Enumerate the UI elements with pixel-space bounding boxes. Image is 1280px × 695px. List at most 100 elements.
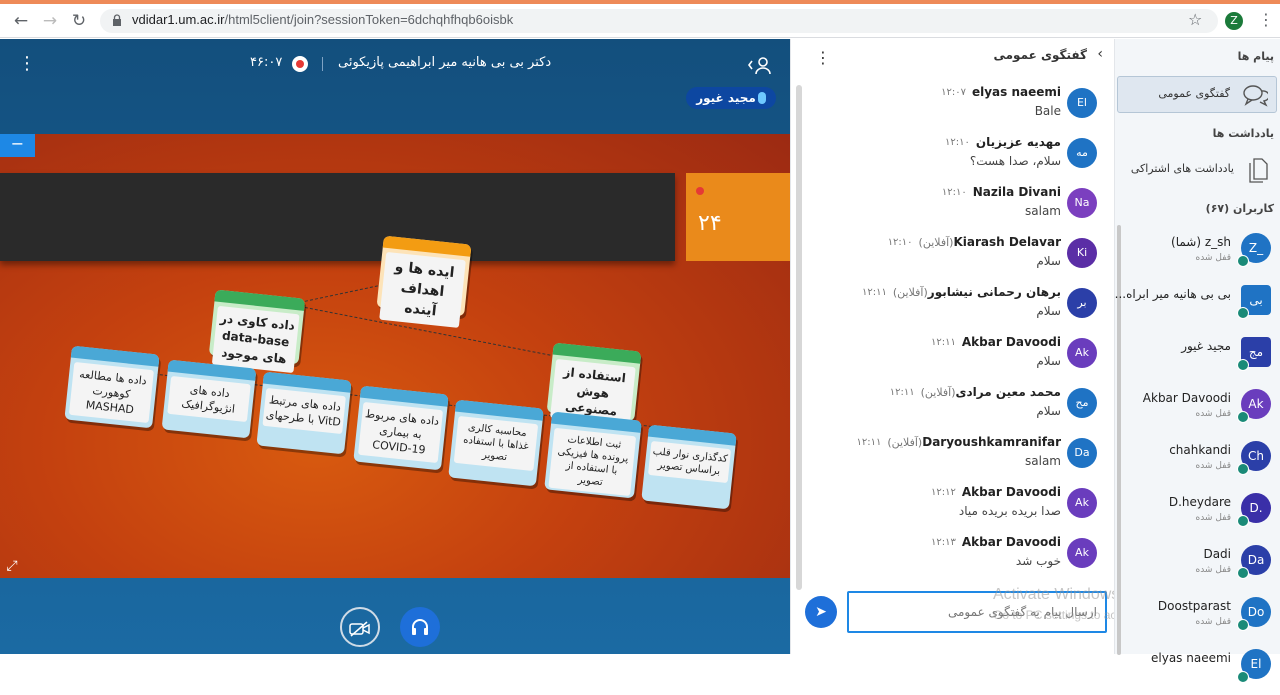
user-avatar[interactable]: Na bbox=[1067, 188, 1097, 218]
node-calorie: محاسبه کالری غذاها با استفاده تصویر bbox=[448, 399, 544, 487]
chat-options-icon[interactable]: ⋮ bbox=[815, 48, 831, 67]
address-bar[interactable]: vdidar1.um.ac.ir/html5client/join?sessio… bbox=[100, 9, 1218, 33]
user-avatar[interactable]: Ak bbox=[1067, 338, 1097, 368]
node-ai: استفاده از هوش مصنوعی bbox=[546, 342, 642, 426]
sender-status: (آفلاین) bbox=[918, 236, 954, 249]
user-name: chahkandi bbox=[1169, 443, 1231, 457]
message-sender: Kiarash Delavar(آفلاین) bbox=[918, 235, 1061, 249]
send-message-button[interactable]: ➤ bbox=[805, 596, 837, 628]
user-status-icon bbox=[1237, 619, 1249, 631]
user-list-item[interactable]: Ak Akbar Davoodi قفل شده bbox=[1115, 385, 1280, 435]
presentation-options-icon[interactable]: ⋮ bbox=[18, 55, 36, 73]
message-text: Bale bbox=[1034, 104, 1061, 118]
connector-line bbox=[289, 283, 388, 305]
browser-menu-icon[interactable]: ⋮ bbox=[1258, 12, 1274, 28]
user-avatar[interactable]: مح bbox=[1067, 388, 1097, 418]
chat-message: El elyas naeemi ۱۲:۰۷ Bale bbox=[791, 84, 1109, 134]
user-avatar[interactable]: Ak bbox=[1067, 488, 1097, 518]
chat-panel: ⋮ گفتگوی عمومی ‹ El elyas naeemi ۱۲:۰۷ Bale… bbox=[790, 39, 1200, 654]
message-text: صدا بریده بریده میاد bbox=[958, 504, 1061, 518]
message-sender: Akbar Davoodi bbox=[961, 535, 1061, 549]
sender-status: (آفلاین) bbox=[892, 286, 928, 299]
slide-number: ۲۴ bbox=[698, 211, 722, 236]
node-text: داده های انژیوگرافیک bbox=[167, 375, 251, 423]
node-text: داده ها مطالعه کوهورت MASHAD bbox=[68, 361, 154, 424]
public-chat-item[interactable]: گفتگوی عمومی bbox=[1117, 76, 1277, 113]
message-text: سلام bbox=[1036, 254, 1061, 268]
minimize-presentation-button[interactable]: − bbox=[0, 134, 35, 157]
join-audio-button[interactable] bbox=[400, 607, 440, 647]
node-text: محاسبه کالری غذاها با استفاده تصویر bbox=[453, 415, 539, 472]
user-list-item[interactable]: Ch chahkandi قفل شده bbox=[1115, 437, 1280, 487]
user-list-panel: پیام ها گفتگوی عمومی یادداشت ها یادداشت … bbox=[1114, 39, 1280, 683]
node-text: داده کاوی در data-base های موجود bbox=[211, 305, 300, 374]
user-avatar[interactable]: بر bbox=[1067, 288, 1097, 318]
public-chat-label: گفتگوی عمومی bbox=[1158, 87, 1230, 100]
share-webcam-button[interactable] bbox=[340, 607, 380, 647]
chat-bubbles-icon bbox=[1243, 85, 1268, 107]
message-text: salam bbox=[1025, 204, 1061, 218]
user-list-item[interactable]: Z_ z_sh (شما) قفل شده bbox=[1115, 229, 1280, 279]
user-list-item[interactable]: El elyas naeemi bbox=[1115, 645, 1280, 695]
chat-message: Ak Akbar Davoodi ۱۲:۱۳ خوب شد bbox=[791, 534, 1109, 584]
node-ecg: کدگذاری نوار قلب براساس تصویر bbox=[641, 424, 737, 510]
bookmark-star-icon[interactable]: ☆ bbox=[1188, 10, 1202, 29]
back-icon[interactable]: ← bbox=[10, 10, 32, 32]
user-status-icon bbox=[1237, 411, 1249, 423]
talking-indicator: مجید غیور bbox=[686, 87, 776, 109]
message-time: ۱۲:۱۱ bbox=[931, 337, 956, 348]
user-avatar[interactable]: Da bbox=[1067, 438, 1097, 468]
message-time: ۱۲:۱۱ bbox=[862, 287, 887, 298]
message-text: خوب شد bbox=[1015, 554, 1061, 568]
meeting-title: دکتر بی بی هانیه میر ابراهیمی پازیکوئی bbox=[338, 55, 552, 70]
node-angiographic: داده های انژیوگرافیک bbox=[161, 359, 257, 439]
slide-number-box: ۲۴ bbox=[686, 173, 790, 261]
user-status-icon bbox=[1237, 359, 1249, 371]
forward-icon[interactable]: → bbox=[39, 10, 61, 32]
user-name: Dadi bbox=[1203, 547, 1231, 561]
chat-message: Ki Kiarash Delavar(آفلاین) ۱۲:۱۰ سلام bbox=[791, 234, 1109, 284]
user-status-icon bbox=[1237, 255, 1249, 267]
message-text: سلام bbox=[1036, 304, 1061, 318]
message-text: سلام، صدا هست؟ bbox=[969, 154, 1061, 168]
node-text: ثبت اطلاعات پرونده ها فیزیکی با استفاده … bbox=[548, 427, 637, 497]
user-list-item[interactable]: بی بی بی هانیه میر ابراه... bbox=[1115, 281, 1280, 331]
chat-message: Da Daryoushkamranifar(آفلاین) ۱۲:۱۱ salam bbox=[791, 434, 1109, 484]
node-vitd: داده های مرتبط با طرحهای VitD bbox=[256, 371, 352, 455]
profile-avatar[interactable]: Z bbox=[1225, 12, 1243, 30]
chat-message: Ak Akbar Davoodi ۱۲:۱۱ سلام bbox=[791, 334, 1109, 384]
message-time: ۱۲:۱۱ bbox=[856, 437, 882, 448]
node-data-mining: داده کاوی در data-base های موجود bbox=[208, 289, 306, 374]
user-list-item[interactable]: Da Dadi قفل شده bbox=[1115, 541, 1280, 591]
close-chat-icon[interactable]: ‹ bbox=[1097, 46, 1103, 62]
user-lock-status: قفل شده bbox=[1195, 513, 1231, 523]
message-sender: elyas naeemi bbox=[971, 85, 1061, 99]
messages-section-title: پیام ها bbox=[1237, 50, 1274, 63]
node-text: داده های مربوط به بیماری COVID-19 bbox=[357, 401, 444, 464]
user-list-item[interactable]: مج مجید غیور bbox=[1115, 333, 1280, 383]
user-list-item[interactable]: D. D.heydare قفل شده bbox=[1115, 489, 1280, 539]
headphones-icon bbox=[412, 619, 428, 635]
slide-dot bbox=[696, 187, 704, 195]
fullscreen-icon[interactable]: ⤢ bbox=[2, 556, 22, 576]
user-status-icon bbox=[1237, 463, 1249, 475]
lock-icon bbox=[113, 14, 121, 26]
user-list-item[interactable]: Do Doostparast قفل شده bbox=[1115, 593, 1280, 643]
recording-indicator-icon[interactable] bbox=[292, 56, 308, 72]
user-avatar[interactable]: Ak bbox=[1067, 538, 1097, 568]
message-text: سلام bbox=[1036, 354, 1061, 368]
user-avatar[interactable]: مه bbox=[1067, 138, 1097, 168]
node-text: کدگذاری نوار قلب براساس تصویر bbox=[647, 440, 732, 484]
user-avatar[interactable]: El bbox=[1067, 88, 1097, 118]
presentation-slide: ۲۴ ایده ها و اهداف آینده داده کاوی در da… bbox=[0, 134, 790, 578]
activate-windows-watermark: Activate Windows bbox=[993, 586, 1120, 603]
message-sender: برهان رحمانی نیشابور(آفلاین) bbox=[892, 285, 1061, 299]
user-name: elyas naeemi bbox=[1151, 651, 1231, 665]
message-time: ۱۲:۱۳ bbox=[931, 537, 956, 548]
presentation-area: ⋮ ۴۶:۰۷ دکتر بی بی هانیه میر ابراهیمی پا… bbox=[0, 39, 790, 654]
message-time: ۱۲:۱۱ bbox=[889, 387, 915, 398]
user-avatar[interactable]: Ki bbox=[1067, 238, 1097, 268]
reload-icon[interactable]: ↻ bbox=[68, 10, 90, 32]
chat-message: مه مهدیه عزیزیان ۱۲:۱۰ سلام، صدا هست؟ bbox=[791, 134, 1109, 184]
toggle-userlist-icon[interactable] bbox=[748, 55, 772, 75]
